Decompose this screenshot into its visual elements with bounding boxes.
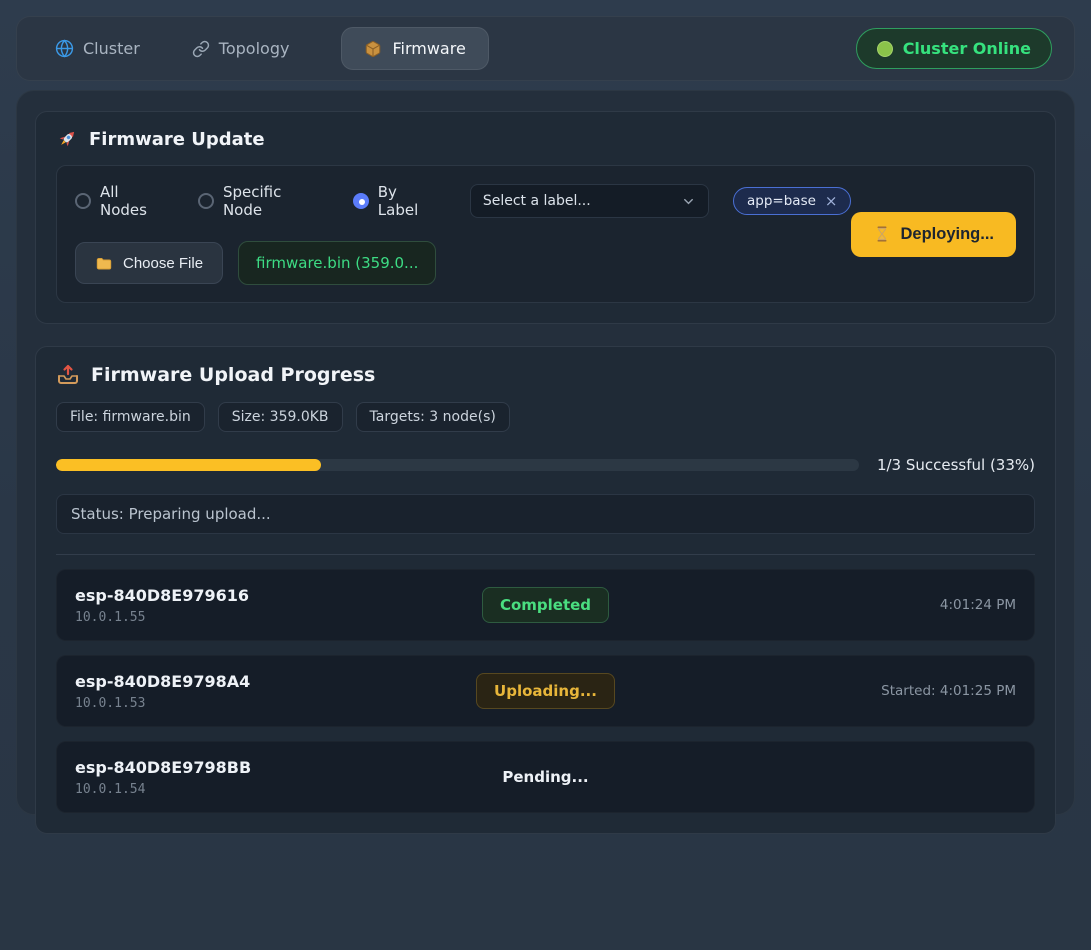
progress-bar: [56, 459, 859, 471]
node-name: esp-840D8E9798BB: [75, 758, 502, 777]
nav-item-label: Cluster: [83, 39, 140, 58]
radio-circle-icon: [353, 193, 369, 209]
node-status-badge: Completed: [482, 587, 609, 623]
file-info-badges: File: firmware.bin Size: 359.0KB Targets…: [56, 402, 1035, 432]
cluster-online-badge[interactable]: Cluster Online: [856, 28, 1052, 69]
deploy-button-label: Deploying...: [900, 225, 994, 244]
nav-item-topology[interactable]: Topology: [192, 39, 290, 58]
firmware-update-card: Firmware Update All Nodes Specific Node …: [35, 111, 1056, 324]
node-row: esp-840D8E9798A4 10.0.1.53 Uploading... …: [56, 655, 1035, 727]
upload-progress-title: Firmware Upload Progress: [56, 363, 1035, 387]
node-identity: esp-840D8E9798BB 10.0.1.54: [75, 758, 502, 797]
link-icon: [192, 40, 210, 58]
cluster-online-label: Cluster Online: [903, 39, 1031, 58]
progress-fill: [56, 459, 321, 471]
rocket-icon: [56, 128, 78, 150]
package-icon: [364, 40, 382, 58]
nav-item-label: Firmware: [392, 39, 465, 58]
node-row: esp-840D8E979616 10.0.1.55 Completed 4:0…: [56, 569, 1035, 641]
node-row: esp-840D8E9798BB 10.0.1.54 Pending...: [56, 741, 1035, 813]
node-ip: 10.0.1.55: [75, 610, 482, 625]
upload-tray-icon: [56, 363, 80, 387]
label-select-placeholder: Select a label...: [483, 193, 591, 209]
radio-by-label[interactable]: By Label: [353, 183, 442, 219]
file-controls: Choose File firmware.bin (359.0...: [75, 241, 851, 285]
firmware-update-title: Firmware Update: [56, 128, 1035, 150]
node-timestamp: Started: 4:01:25 PM: [881, 683, 1016, 699]
targets-badge: Targets: 3 node(s): [356, 402, 510, 432]
status-message: Status: Preparing upload...: [56, 494, 1035, 534]
chevron-down-icon: [681, 194, 696, 209]
node-ip: 10.0.1.54: [75, 782, 502, 797]
globe-icon: [55, 39, 74, 58]
selected-label-text: app=base: [747, 193, 816, 209]
online-dot-icon: [877, 41, 893, 57]
target-mode-radios: All Nodes Specific Node By Label Select …: [75, 183, 851, 219]
radio-all-nodes[interactable]: All Nodes: [75, 183, 170, 219]
node-timestamp: 4:01:24 PM: [940, 597, 1016, 613]
progress-row: 1/3 Successful (33%): [56, 456, 1035, 474]
choose-file-label: Choose File: [123, 255, 203, 272]
node-status-badge: Pending...: [502, 760, 588, 794]
main-content: Firmware Update All Nodes Specific Node …: [16, 90, 1075, 815]
section-title: Firmware Upload Progress: [91, 364, 375, 386]
nav-item-firmware[interactable]: Firmware: [341, 27, 488, 70]
node-name: esp-840D8E9798A4: [75, 672, 476, 691]
divider: [56, 554, 1035, 555]
upload-progress-card: Firmware Upload Progress File: firmware.…: [35, 346, 1056, 834]
deploy-button[interactable]: Deploying...: [851, 212, 1016, 257]
node-name: esp-840D8E979616: [75, 586, 482, 605]
node-ip: 10.0.1.53: [75, 696, 476, 711]
radio-label: All Nodes: [100, 183, 170, 219]
radio-label: By Label: [378, 183, 442, 219]
file-name-badge: File: firmware.bin: [56, 402, 205, 432]
top-nav: Cluster Topology Firmware Cluster Online: [16, 16, 1075, 81]
hourglass-icon: [873, 225, 891, 243]
folder-icon: [95, 254, 113, 272]
node-identity: esp-840D8E979616 10.0.1.55: [75, 586, 482, 625]
radio-specific-node[interactable]: Specific Node: [198, 183, 325, 219]
selected-file-display: firmware.bin (359.0...: [238, 241, 436, 285]
nav-item-label: Topology: [219, 39, 290, 58]
label-select-dropdown[interactable]: Select a label...: [470, 184, 709, 218]
radio-label: Specific Node: [223, 183, 325, 219]
nav-item-cluster[interactable]: Cluster: [55, 39, 140, 58]
deploy-controls: All Nodes Specific Node By Label Select …: [56, 165, 1035, 303]
radio-circle-icon: [198, 193, 214, 209]
node-identity: esp-840D8E9798A4 10.0.1.53: [75, 672, 476, 711]
file-size-badge: Size: 359.0KB: [218, 402, 343, 432]
page-title: Firmware Update: [89, 129, 265, 150]
choose-file-button[interactable]: Choose File: [75, 242, 223, 284]
node-status-badge: Uploading...: [476, 673, 615, 709]
progress-label: 1/3 Successful (33%): [877, 456, 1035, 474]
selected-label-tag: app=base ×: [733, 187, 851, 215]
remove-label-icon[interactable]: ×: [825, 194, 838, 209]
radio-circle-icon: [75, 193, 91, 209]
